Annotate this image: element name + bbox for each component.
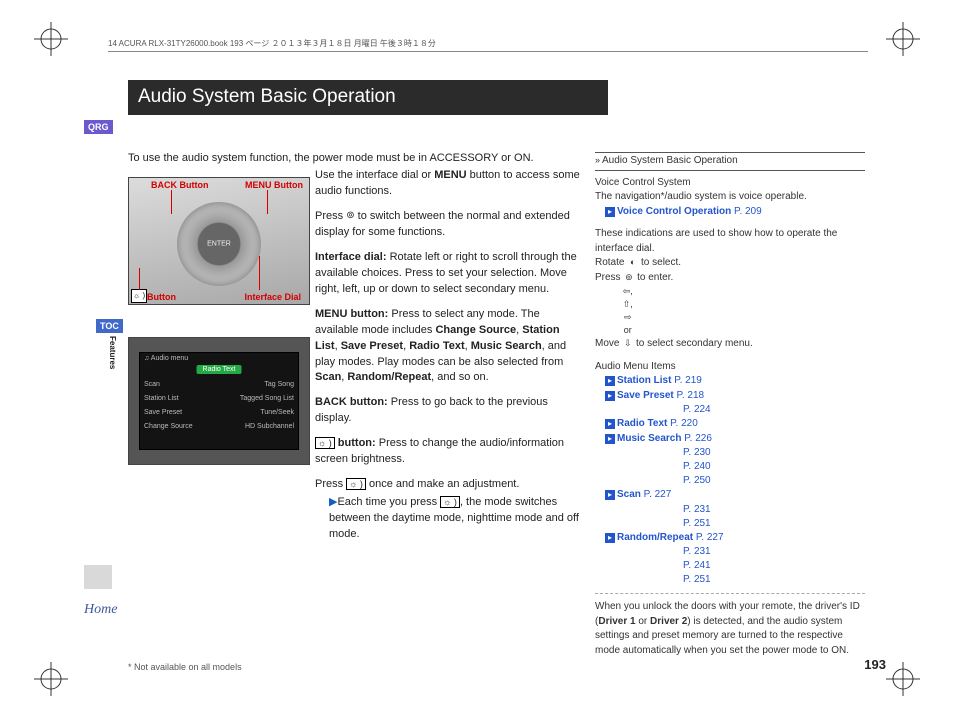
menu-highlight: Radio Text bbox=[197, 365, 242, 374]
home-tab[interactable]: Home bbox=[84, 602, 117, 618]
interface-dial-photo: BACK Button MENU Button ☼ ) Button Inter… bbox=[128, 177, 310, 305]
audio-menu-title: ♫ Audio menu bbox=[144, 355, 188, 362]
page-ref[interactable]: P. 240 bbox=[683, 460, 865, 474]
page-title: Audio System Basic Operation bbox=[128, 80, 608, 115]
menu-item-link[interactable]: ▸Station List P. 219 bbox=[605, 374, 865, 389]
sidebar-notes: »Audio System Basic Operation Voice Cont… bbox=[595, 152, 865, 658]
brightness-icon: ☼ ) bbox=[440, 496, 460, 508]
page-ref[interactable]: P. 209 bbox=[731, 206, 761, 217]
page-ref[interactable]: P. 231 bbox=[683, 503, 865, 517]
page-ref[interactable]: P. 230 bbox=[683, 446, 865, 460]
callout-brightness-button: Button bbox=[147, 292, 176, 302]
move-icons: ⇦, ⇧, ⇨ or ⇩ bbox=[622, 285, 633, 296]
menu-item: Change Source bbox=[144, 423, 193, 430]
callout-interface-dial: Interface Dial bbox=[244, 292, 301, 302]
indication-desc: These indications are used to show how t… bbox=[595, 227, 865, 256]
crop-mark-icon bbox=[886, 662, 920, 696]
menu-item: Tag Song bbox=[264, 381, 294, 388]
link-arrow-icon: ▸ bbox=[605, 376, 615, 386]
audio-menu-items-header: Audio Menu Items bbox=[595, 360, 865, 375]
link-arrow-icon: ▸ bbox=[605, 419, 615, 429]
menu-item-link[interactable]: ▸Scan P. 227 bbox=[605, 488, 865, 503]
voice-control-desc: The navigation*/audio system is voice op… bbox=[595, 190, 865, 205]
page-ref[interactable]: P. 251 bbox=[683, 573, 865, 587]
crop-mark-icon bbox=[34, 22, 68, 56]
menu-item: Save Preset bbox=[144, 409, 182, 416]
footnote: * Not available on all models bbox=[128, 662, 242, 672]
crop-mark-icon bbox=[886, 22, 920, 56]
brightness-icon: ☼ ) bbox=[131, 289, 147, 303]
features-tab[interactable]: Features bbox=[108, 336, 117, 369]
rotate-icon: ◐ bbox=[627, 256, 638, 267]
sidebar-header: Audio System Basic Operation bbox=[602, 155, 738, 166]
press-icon: ⊚ bbox=[623, 271, 634, 282]
brightness-icon: ☼ ) bbox=[315, 437, 335, 449]
page-number: 193 bbox=[864, 657, 886, 672]
thumb-tab bbox=[84, 565, 112, 589]
main-body: Use the interface dial or MENU button to… bbox=[315, 168, 583, 552]
menu-item: Scan bbox=[144, 381, 160, 388]
brightness-icon: ☼ ) bbox=[346, 478, 366, 490]
callout-back-button: BACK Button bbox=[151, 180, 209, 190]
page-ref[interactable]: P. 231 bbox=[683, 545, 865, 559]
page-ref[interactable]: P. 251 bbox=[683, 517, 865, 531]
menu-item-link[interactable]: ▸Radio Text P. 220 bbox=[605, 417, 865, 432]
menu-item: HD Subchannel bbox=[245, 423, 294, 430]
link-arrow-icon: ▸ bbox=[605, 391, 615, 401]
callout-menu-button: MENU Button bbox=[245, 180, 303, 190]
book-header-info: 14 ACURA RLX-31TY26000.book 193 ページ ２０１３… bbox=[108, 38, 868, 52]
link-arrow-icon: ▸ bbox=[605, 533, 615, 543]
menu-item-link[interactable]: ▸Music Search P. 226 bbox=[605, 432, 865, 447]
voice-control-link[interactable]: Voice Control Operation bbox=[617, 206, 731, 217]
toc-tab[interactable]: TOC bbox=[96, 319, 123, 333]
double-chevron-icon: » bbox=[595, 155, 600, 165]
interface-dial-icon: ENTER bbox=[177, 202, 261, 286]
intro-text: To use the audio system function, the po… bbox=[128, 152, 578, 164]
voice-control-title: Voice Control System bbox=[595, 176, 865, 191]
link-arrow-icon: ▸ bbox=[605, 490, 615, 500]
page-ref[interactable]: P. 250 bbox=[683, 474, 865, 488]
enter-label: ENTER bbox=[207, 241, 231, 248]
page-ref[interactable]: P. 241 bbox=[683, 559, 865, 573]
audio-menu-screenshot: ♫ Audio menu Radio Text Scan Station Lis… bbox=[128, 337, 310, 465]
crop-mark-icon bbox=[34, 662, 68, 696]
menu-item: Tagged Song List bbox=[240, 395, 294, 402]
menu-item: Station List bbox=[144, 395, 179, 402]
menu-item: Tune/Seek bbox=[260, 409, 294, 416]
link-arrow-icon: ▸ bbox=[605, 207, 615, 217]
press-icon: ⊚ bbox=[346, 209, 354, 224]
menu-item-link[interactable]: ▸Random/Repeat P. 227 bbox=[605, 531, 865, 546]
menu-item-link[interactable]: ▸Save Preset P. 218 bbox=[605, 389, 865, 404]
link-arrow-icon: ▸ bbox=[605, 434, 615, 444]
qrg-tab[interactable]: QRG bbox=[84, 120, 113, 134]
page-ref[interactable]: P. 224 bbox=[683, 403, 865, 417]
